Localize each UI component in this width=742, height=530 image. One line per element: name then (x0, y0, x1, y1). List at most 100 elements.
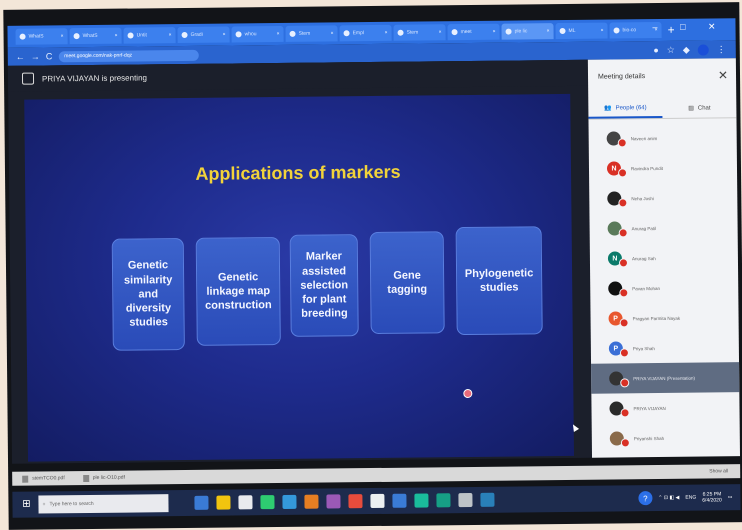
participant-row[interactable]: N Anurag Sah (590, 242, 738, 274)
url-input[interactable]: meet.google.com/nak-pnrf-dqz (58, 49, 199, 62)
mic-off-icon (619, 288, 629, 298)
participant-row[interactable]: N Ravindra Pundit (589, 152, 737, 184)
panel-title: Meeting details (597, 73, 646, 81)
participant-row[interactable]: P Priya Shah (591, 332, 739, 364)
taskbar-app-icon[interactable] (480, 492, 495, 507)
avatar (609, 401, 630, 418)
taskbar-app-icon[interactable] (414, 493, 429, 508)
participant-name: Naveen anim (630, 135, 658, 141)
taskbar-search-input[interactable]: ○ Type here to search (38, 494, 169, 514)
taskbar-app-icon[interactable] (260, 495, 275, 510)
tab-chat[interactable]: ▤ Chat (662, 98, 736, 118)
avatar (609, 431, 630, 448)
close-tab-icon[interactable]: × (439, 29, 442, 35)
close-tab-icon[interactable]: × (547, 28, 550, 34)
participant-name: PRIYA VIJAYAN (Presentation) (633, 375, 695, 381)
download-bar: stemTCO0.pdf ple lic-O10.pdf Show all (12, 464, 741, 486)
browser-tab[interactable]: WhatS × (15, 28, 68, 45)
participant-row[interactable]: P Pragyan Parmita Nayak (590, 302, 738, 334)
close-tab-icon[interactable]: × (223, 32, 226, 38)
close-tab-icon[interactable]: × (385, 30, 388, 36)
browser-tab[interactable]: meet × (447, 23, 500, 41)
extension-icon[interactable]: ◆ (683, 44, 690, 55)
mouse-cursor-icon (570, 422, 580, 432)
download-item[interactable]: ple lic-O10.pdf (82, 474, 125, 482)
tray-icons[interactable]: ⌃ ⊡ ◧ ◀ (658, 495, 679, 501)
participant-row[interactable]: Pavan Mohan (590, 272, 738, 304)
taskbar-app-icon[interactable] (304, 494, 319, 509)
download-item[interactable]: stemTCO0.pdf (22, 475, 65, 483)
marker-application-box: Genetic linkage map construction (195, 236, 281, 346)
notifications-icon[interactable]: ▭ (728, 494, 733, 500)
taskbar-app-icon[interactable] (282, 494, 297, 509)
avatar: P (608, 311, 629, 328)
participant-name: PRIYA VIJAYAN (633, 405, 666, 411)
mic-off-icon (620, 408, 630, 418)
browser-tab[interactable]: Gradi × (177, 26, 230, 44)
browser-tab[interactable]: whou × (231, 25, 284, 43)
back-icon[interactable]: ← (16, 52, 25, 62)
participant-name: Anurag Sah (631, 255, 656, 261)
close-tab-icon[interactable]: × (169, 32, 172, 38)
show-all-downloads-link[interactable]: Show all (709, 468, 740, 474)
forward-icon[interactable]: → (31, 51, 40, 61)
taskbar-app-icon[interactable] (348, 494, 363, 509)
browser-tab[interactable]: WhatS × (69, 27, 122, 45)
close-icon[interactable]: ✕ (718, 68, 728, 82)
participant-name: Anurag Patil (631, 225, 657, 231)
menu-icon[interactable]: ⋮ (717, 44, 726, 55)
profile-avatar[interactable] (697, 43, 709, 56)
meeting-details-panel: Meeting details ✕ 👥 People (64) ▤ Chat Nav… (587, 58, 741, 458)
participant-row[interactable]: PRIYA VIJAYAN (Presentation) (591, 362, 740, 394)
close-tab-icon[interactable]: × (277, 31, 280, 37)
participant-row[interactable]: Anurag Patil (589, 212, 737, 244)
close-tab-icon[interactable]: × (493, 29, 496, 35)
favicon-icon (235, 31, 242, 38)
avatar: N (607, 251, 629, 268)
start-icon[interactable]: ⊞ (20, 499, 32, 511)
taskbar-app-icon[interactable] (458, 492, 473, 508)
camera-icon[interactable]: ● (653, 45, 659, 55)
taskbar-app-icon[interactable] (326, 494, 341, 509)
taskbar-app-icon[interactable] (436, 493, 451, 508)
participant-name: Pavan Mohan (632, 285, 661, 291)
tab-people[interactable]: 👥 People (64) (588, 98, 663, 119)
close-tab-icon[interactable]: × (601, 28, 604, 34)
mic-off-icon (618, 228, 628, 238)
browser-tab[interactable]: Stem × (393, 24, 446, 41)
browser-tab[interactable]: Stem × (285, 25, 338, 42)
close-tab-icon[interactable]: × (61, 33, 64, 39)
window-controls[interactable]: – □ ✕ (652, 21, 725, 33)
help-icon[interactable]: ? (638, 491, 653, 506)
close-tab-icon[interactable]: × (115, 33, 118, 39)
taskbar-app-icon[interactable] (238, 495, 253, 510)
taskbar-app-icon[interactable] (194, 495, 209, 510)
participant-row[interactable]: Priyanshi Shah (592, 422, 740, 454)
taskbar-app-icon[interactable] (370, 493, 385, 509)
taskbar-app-icon[interactable] (392, 493, 407, 508)
participant-name: Priyanshi Shah (633, 435, 665, 441)
browser-tab[interactable]: Empl × (339, 24, 392, 42)
marker-application-box: Genetic similarity and diversity studies (111, 237, 185, 351)
language-indicator[interactable]: ENG (685, 495, 696, 501)
browser-tab-active[interactable]: ple lic × (501, 23, 554, 40)
browser-tab[interactable]: Untit × (123, 27, 176, 44)
star-icon[interactable]: ☆ (667, 44, 675, 55)
slide-title: Applications of markers (195, 161, 401, 184)
presentation-icon (21, 72, 35, 85)
pointer-highlight-icon (463, 388, 473, 399)
panel-tabs: 👥 People (64) ▤ Chat (588, 98, 737, 120)
participant-row[interactable]: PRIYA VIJAYAN (591, 392, 739, 424)
participant-row[interactable]: Naveen anim (589, 122, 737, 154)
reload-icon[interactable]: C (46, 51, 53, 61)
clock[interactable]: 6:25 PM 6/4/2020 (702, 491, 722, 503)
browser-tab[interactable]: ML × (555, 22, 608, 40)
monitor-screen: WhatS × WhatS × Untit × Gradi × whou × Stem × … (3, 2, 742, 530)
close-tab-icon[interactable]: × (331, 30, 334, 36)
favicon-icon (181, 31, 188, 39)
address-bar-actions: ● ☆ ◆ ⋮ (653, 44, 736, 56)
taskbar-app-icon[interactable] (216, 495, 231, 510)
participant-row[interactable]: Neha Joshi (589, 182, 737, 214)
avatar: P (608, 341, 629, 358)
chat-icon: ▤ (688, 105, 694, 112)
